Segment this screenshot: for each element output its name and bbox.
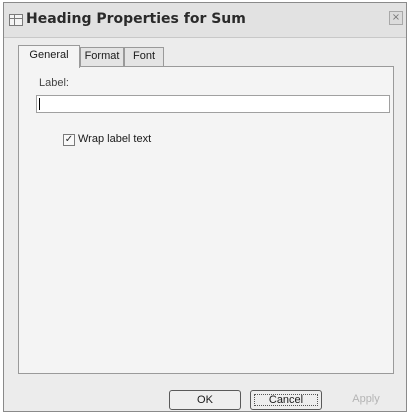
text-caret (39, 98, 40, 110)
tab-general[interactable]: General (18, 45, 80, 68)
cancel-button-label: Cancel (268, 394, 304, 406)
general-tab-panel: Label: ✓ Wrap label text (18, 66, 394, 374)
wrap-label-text-label[interactable]: Wrap label text (78, 133, 151, 145)
label-caption: Label: (39, 77, 69, 89)
label-input[interactable] (36, 95, 390, 113)
window-title: Heading Properties for Sum (26, 11, 246, 27)
heading-properties-dialog: Heading Properties for Sum × General For… (3, 2, 407, 412)
cancel-button[interactable]: Cancel (250, 390, 322, 410)
ok-button-label: OK (197, 394, 213, 406)
close-button[interactable]: × (389, 11, 403, 25)
wrap-label-text-checkbox[interactable]: ✓ (63, 134, 75, 146)
apply-button[interactable]: Apply (330, 390, 402, 410)
ok-button[interactable]: OK (169, 390, 241, 410)
apply-button-label: Apply (352, 393, 380, 405)
title-bar[interactable]: Heading Properties for Sum × (4, 3, 406, 38)
table-icon (9, 14, 23, 26)
tab-format[interactable]: Format (80, 47, 124, 66)
tab-font[interactable]: Font (124, 47, 164, 66)
